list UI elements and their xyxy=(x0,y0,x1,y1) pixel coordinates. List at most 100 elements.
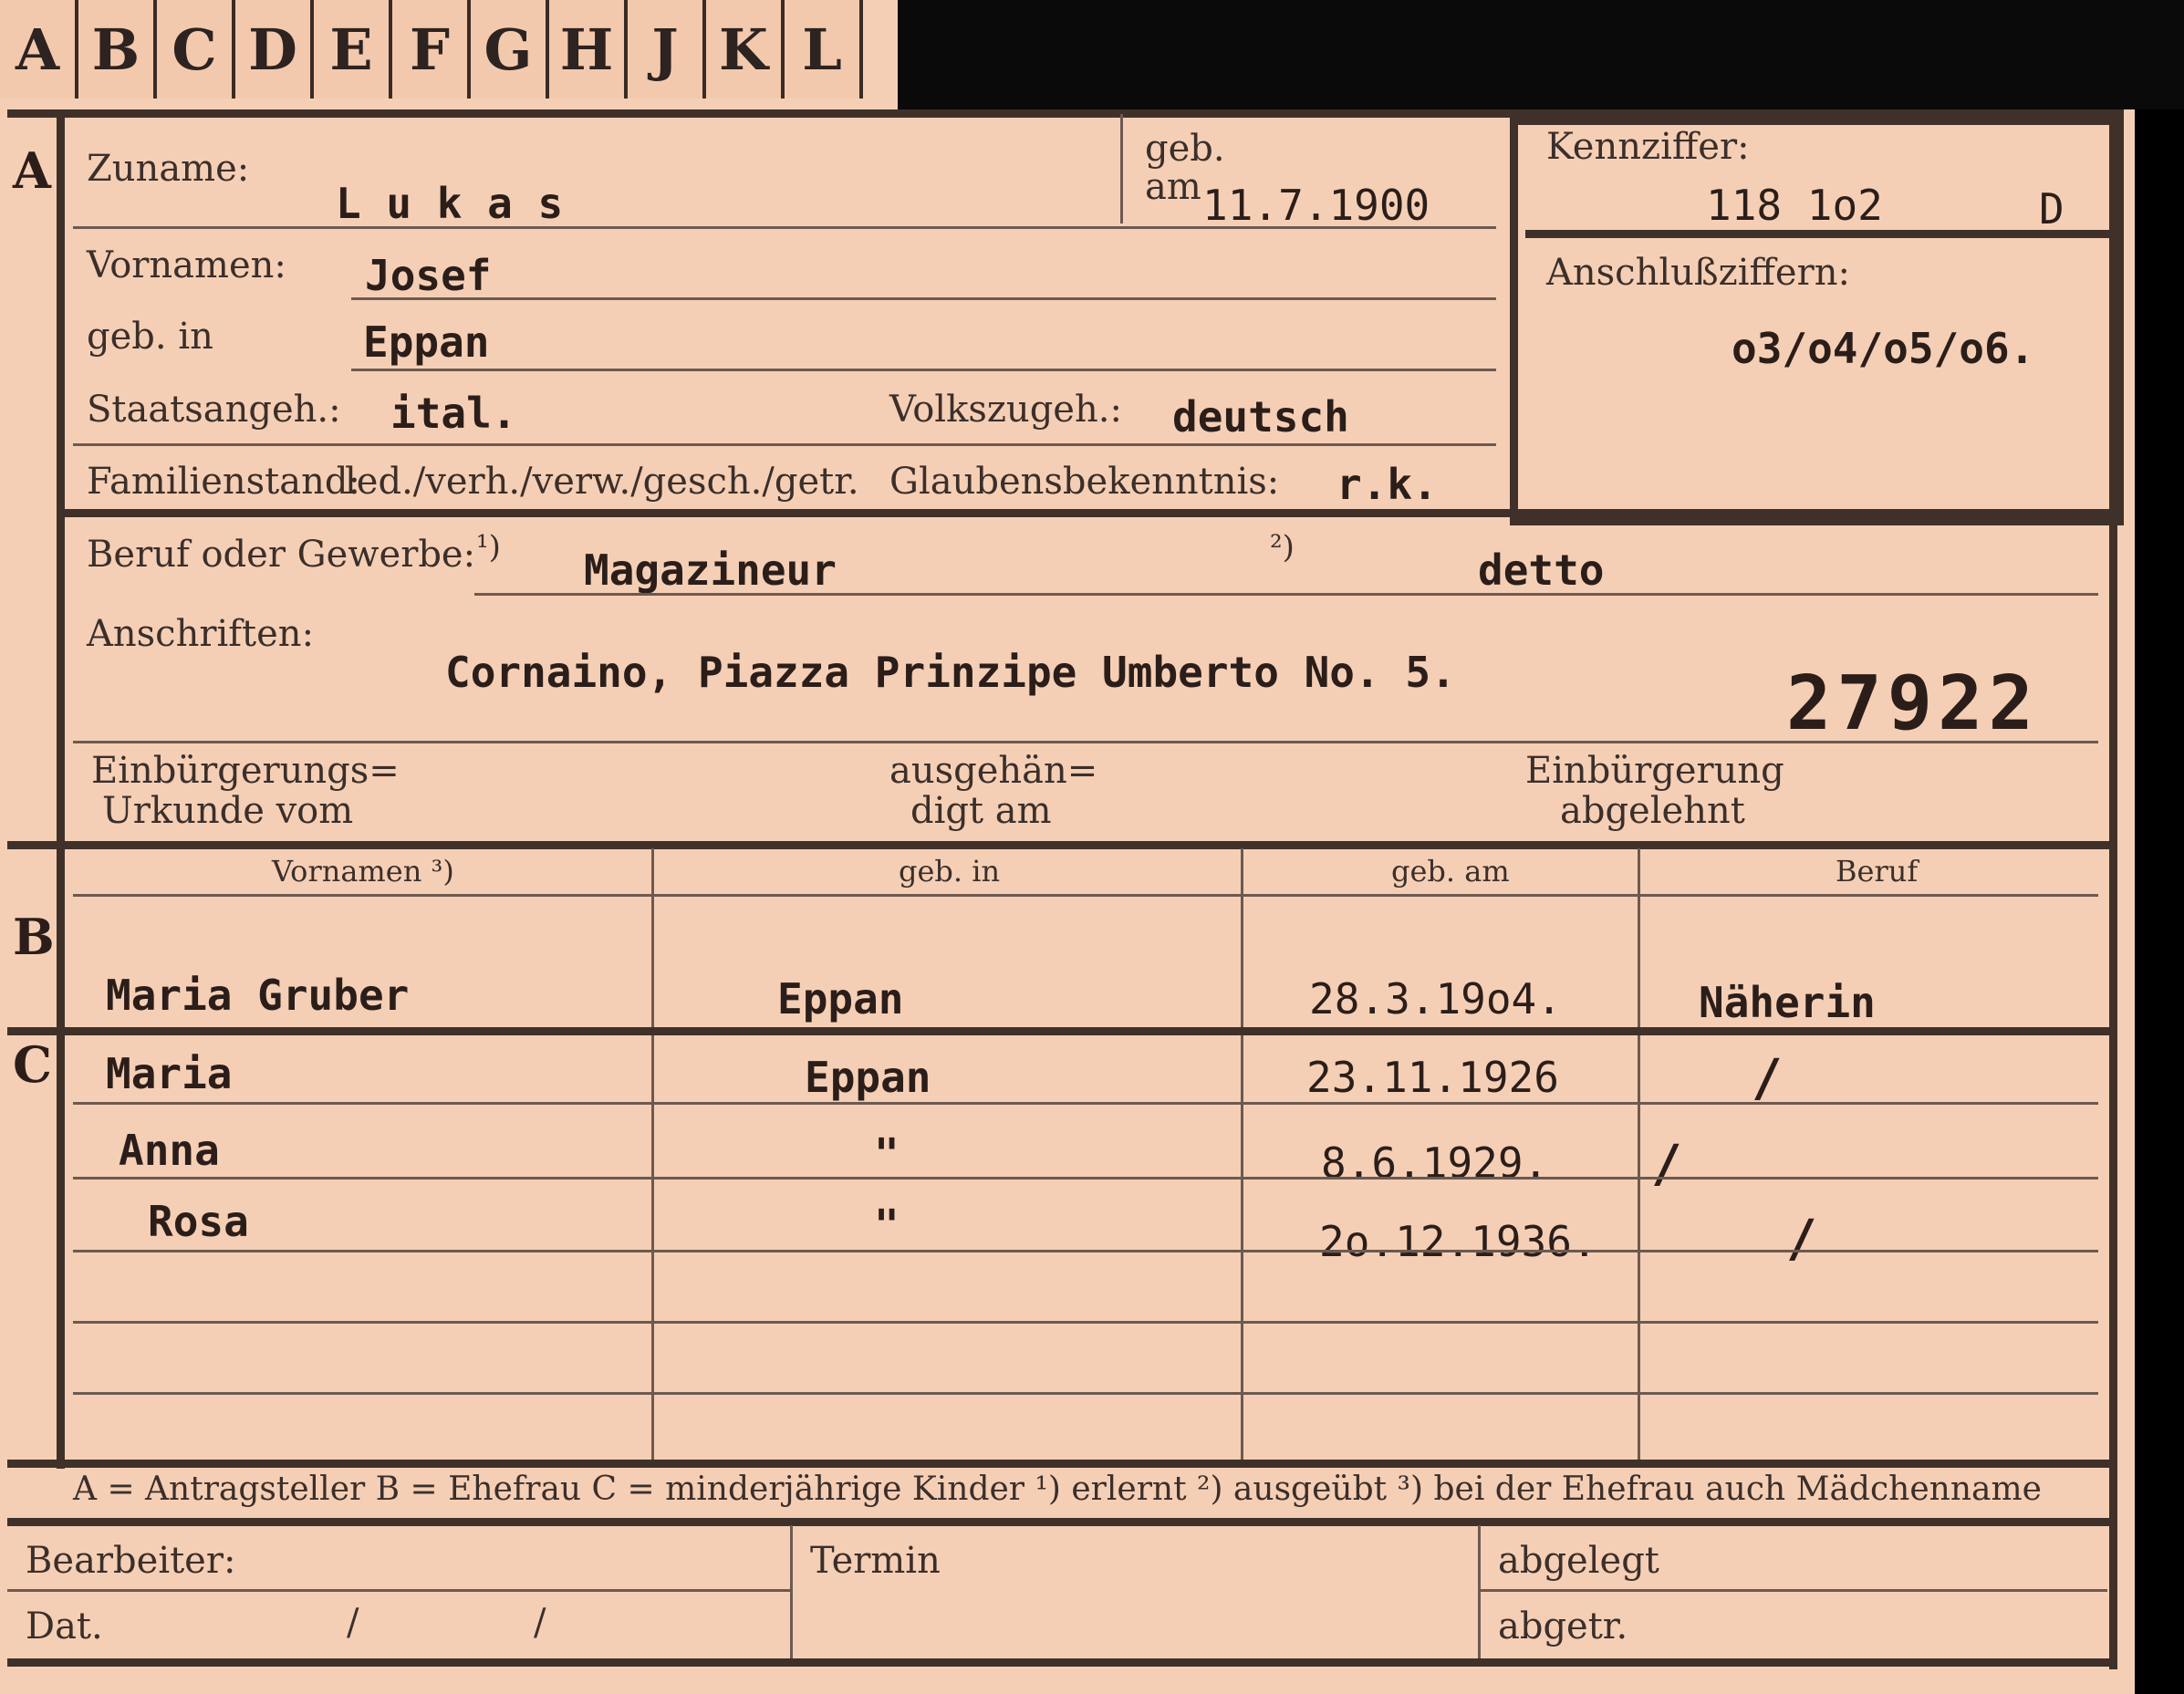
section-b-marker: B xyxy=(13,908,55,966)
row-line-5 xyxy=(57,509,2109,517)
einb-urkunde-label-1: Einbürgerungs= xyxy=(91,750,400,792)
kennziffer-box xyxy=(1510,117,2124,525)
child-row-line-3 xyxy=(73,1250,2098,1252)
beruf-learned-value: Magazineur xyxy=(584,546,837,595)
footer-line-left xyxy=(7,1589,790,1592)
section-c-marker: C xyxy=(13,1035,52,1094)
child-2-name: Anna xyxy=(119,1126,220,1175)
bearbeiter-label: Bearbeiter: xyxy=(26,1540,236,1582)
row-line-7 xyxy=(73,741,2098,743)
zuname-value: L u k a s xyxy=(336,179,564,228)
geburtsdatum-value: 11.7.1900 xyxy=(1202,181,1430,230)
wife-date: 28.3.19o4. xyxy=(1309,974,1562,1024)
volkszugeh-value: deutsch xyxy=(1172,392,1349,442)
beruf-footnote-2: ²) xyxy=(1270,529,1295,566)
footer-divider-1 xyxy=(790,1525,793,1662)
beruf-footnote-1: ¹) xyxy=(476,529,501,566)
legend-bottom xyxy=(7,1518,2115,1526)
tab-f[interactable]: F xyxy=(392,0,471,99)
legend: A = Antragsteller B = Ehefrau C = minder… xyxy=(73,1471,2042,1508)
tab-e[interactable]: E xyxy=(314,0,392,99)
staatsangeh-value: ital. xyxy=(390,389,517,438)
geb-label: geb. xyxy=(1145,128,1225,170)
stamp-number: 27922 xyxy=(1786,660,2039,747)
anschluss-value: o3/o4/o5/o6. xyxy=(1732,324,2035,373)
tab-h[interactable]: H xyxy=(549,0,628,99)
zuname-label: Zuname: xyxy=(87,148,250,190)
footer-line-right xyxy=(1478,1589,2107,1592)
col-divider-1 xyxy=(651,848,654,1460)
row-line-1 xyxy=(73,226,1496,229)
child-2-date: 8.6.1929. xyxy=(1321,1138,1549,1188)
vornamen-value: Josef xyxy=(365,251,492,300)
child-3-name: Rosa xyxy=(148,1197,249,1246)
index-tabs: A B C D E F G H J K L xyxy=(0,0,863,102)
background-corner xyxy=(898,0,2184,109)
termin-label: Termin xyxy=(810,1540,941,1582)
tab-d[interactable]: D xyxy=(235,0,314,99)
dat-label: Dat. xyxy=(26,1606,103,1647)
child-1-job: / xyxy=(1752,1049,1783,1108)
col-divider-3 xyxy=(1638,848,1640,1460)
tab-k[interactable]: K xyxy=(706,0,785,99)
einb-urkunde-label-2: Urkunde vom xyxy=(102,790,354,832)
row-line-3 xyxy=(351,369,1496,371)
left-border xyxy=(57,109,65,1469)
tab-b[interactable]: B xyxy=(78,0,157,99)
geb-divider xyxy=(1120,114,1123,223)
table-bottom xyxy=(7,1460,2115,1468)
geb-in-value: Eppan xyxy=(363,317,490,367)
child-2-place: " xyxy=(874,1129,900,1179)
wife-place: Eppan xyxy=(777,974,904,1024)
vornamen-label: Vornamen: xyxy=(87,244,286,286)
child-1-place: Eppan xyxy=(805,1053,931,1102)
anschriften-label: Anschriften: xyxy=(87,613,315,655)
beruf-practiced-value: detto xyxy=(1478,546,1605,595)
ausgeh-label-1: ausgehän= xyxy=(889,750,1098,792)
tab-a[interactable]: A xyxy=(0,0,78,99)
dat-slash-1: / xyxy=(347,1602,359,1644)
col-header-beruf: Beruf xyxy=(1836,854,1919,889)
section-a-bottom xyxy=(7,841,2115,849)
col-header-geb-in: geb. in xyxy=(899,854,1001,889)
glaubens-value: r.k. xyxy=(1336,460,1438,509)
section-b-bottom xyxy=(7,1027,2115,1035)
row-line-6 xyxy=(474,593,2098,596)
section-a-marker: A xyxy=(13,141,51,200)
child-2-job: / xyxy=(1651,1135,1682,1194)
child-row-line-5 xyxy=(73,1392,2098,1395)
familienstand-label: Familienstand: xyxy=(87,461,360,503)
geb-in-label: geb. in xyxy=(87,316,213,358)
glaubens-label: Glaubensbekenntnis: xyxy=(889,461,1280,503)
col-header-geb-am: geb. am xyxy=(1391,854,1510,889)
child-row-line-4 xyxy=(73,1321,2098,1324)
card-bottom xyxy=(7,1658,2115,1667)
tab-j[interactable]: J xyxy=(628,0,706,99)
row-line-2 xyxy=(351,297,1496,300)
volkszugeh-label: Volkszugeh.: xyxy=(889,389,1122,431)
abgelegt-label: abgelegt xyxy=(1498,1540,1659,1582)
footer-divider-2 xyxy=(1478,1525,1481,1662)
child-1-date: 23.11.1926 xyxy=(1306,1053,1559,1102)
anschluss-label: Anschlußziffern: xyxy=(1546,252,1850,294)
wife-job: Näherin xyxy=(1699,978,1876,1027)
staatsangeh-label: Staatsangeh.: xyxy=(87,389,341,431)
kennziffer-value: 118 1o2 xyxy=(1706,181,1883,230)
einb-abgel-label-2: abgelehnt xyxy=(1560,790,1745,832)
child-3-job: / xyxy=(1786,1210,1817,1269)
beruf-label: Beruf oder Gewerbe: xyxy=(87,534,476,576)
tab-g[interactable]: G xyxy=(471,0,549,99)
child-3-place: " xyxy=(874,1200,900,1250)
child-3-date: 2o.12.1936. xyxy=(1319,1217,1597,1266)
tab-l[interactable]: L xyxy=(785,0,863,99)
child-row-line-1 xyxy=(73,1102,2098,1105)
am-label: am xyxy=(1145,166,1201,208)
child-1-name: Maria xyxy=(106,1049,233,1098)
header-underline xyxy=(73,894,2098,897)
registration-card: A B C D E F G H J K L A B C Zuname: L u … xyxy=(0,0,2184,1694)
anschrift-value: Cornaino, Piazza Prinzipe Umberto No. 5. xyxy=(445,648,1456,697)
kennziffer-suffix: D xyxy=(2039,184,2064,234)
dat-slash-2: / xyxy=(534,1602,546,1644)
tab-c[interactable]: C xyxy=(157,0,235,99)
child-row-line-2 xyxy=(73,1177,2098,1180)
